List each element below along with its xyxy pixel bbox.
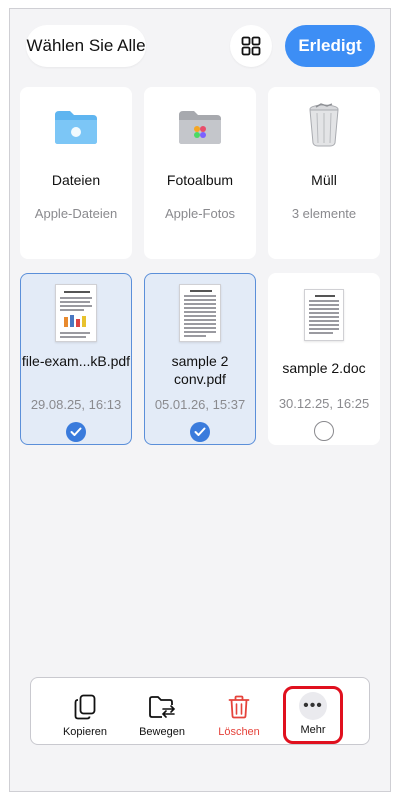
file-card[interactable]: sample 2 conv.pdf 05.01.26, 15:37	[144, 273, 256, 445]
location-card-files[interactable]: Dateien Apple-Dateien	[20, 87, 132, 259]
app-screen: Wählen Sie Alle Erledigt Dateien Apple-D…	[9, 8, 391, 792]
select-all-button[interactable]: Wählen Sie Alle	[26, 25, 146, 67]
location-subtitle: 3 elemente	[291, 206, 357, 221]
file-date: 05.01.26, 15:37	[154, 397, 246, 412]
photos-folder-icon	[179, 111, 221, 144]
file-name: sample 2 conv.pdf	[171, 353, 229, 387]
trash-can-icon	[309, 103, 339, 147]
delete-label: Löschen	[218, 726, 260, 738]
unselected-circle-icon[interactable]	[314, 421, 334, 441]
doc-thumbnail	[304, 289, 344, 341]
file-card[interactable]: file-exam...kB.pdf 29.08.25, 16:13	[20, 273, 132, 445]
file-date: 29.08.25, 16:13	[30, 397, 122, 412]
file-card[interactable]: sample 2.doc 30.12.25, 16:25	[268, 273, 380, 445]
more-label: Mehr	[300, 724, 326, 736]
copy-button[interactable]: Kopieren	[49, 678, 121, 746]
done-button[interactable]: Erledigt	[285, 25, 375, 67]
location-card-photos[interactable]: Fotoalbum Apple-Fotos	[144, 87, 256, 259]
delete-button[interactable]: Löschen	[203, 678, 275, 746]
selected-check-icon[interactable]	[190, 422, 210, 442]
move-folder-icon	[149, 696, 176, 718]
folder-icon	[55, 111, 97, 144]
location-subtitle: Apple-Fotos	[164, 206, 236, 221]
copy-icon	[74, 694, 96, 720]
grid-view-button[interactable]	[230, 25, 272, 67]
location-subtitle: Apple-Dateien	[34, 206, 118, 221]
trash-icon	[228, 695, 250, 719]
file-name: file-exam...kB.pdf	[21, 353, 131, 369]
top-bar: Wählen Sie Alle Erledigt	[10, 9, 390, 79]
file-date: 30.12.25, 16:25	[278, 396, 370, 411]
copy-label: Kopieren	[62, 726, 108, 738]
pdf-thumbnail	[179, 284, 221, 342]
more-dots-icon: •••	[299, 692, 327, 720]
grid-icon	[241, 36, 261, 56]
location-card-trash[interactable]: Müll 3 elemente	[268, 87, 380, 259]
file-name: sample 2.doc	[282, 360, 366, 376]
action-toolbar: Kopieren Bewegen Löschen ••• Mehr	[30, 677, 370, 745]
location-title: Fotoalbum	[166, 172, 234, 188]
location-title: Dateien	[51, 172, 101, 188]
more-button[interactable]: ••• Mehr	[277, 678, 349, 746]
selected-check-icon[interactable]	[66, 422, 86, 442]
pdf-thumbnail	[55, 284, 97, 342]
location-title: Müll	[311, 172, 337, 188]
move-button[interactable]: Bewegen	[126, 678, 198, 746]
move-label: Bewegen	[139, 726, 185, 738]
